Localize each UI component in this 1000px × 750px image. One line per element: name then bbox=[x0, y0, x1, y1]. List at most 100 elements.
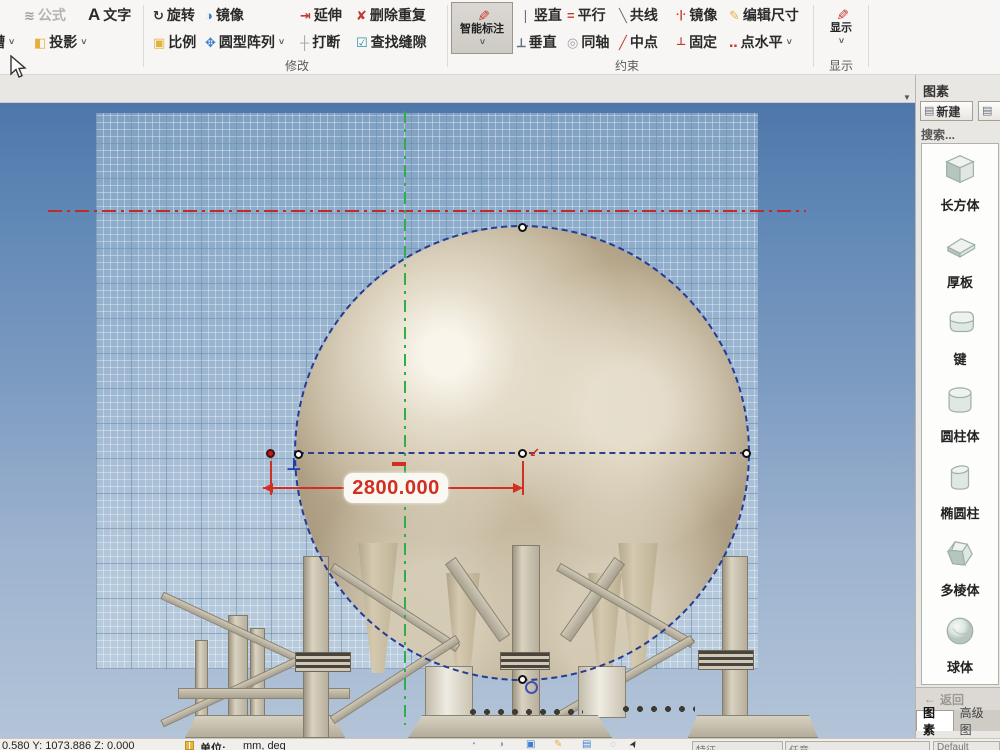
sidebar-item-ellipse-cylinder[interactable]: 椭圆柱 bbox=[922, 452, 998, 529]
chevron-down-icon: ˅ bbox=[9, 37, 14, 47]
chevron-down-icon: ˅ bbox=[81, 37, 86, 47]
sketch-point-center[interactable] bbox=[518, 449, 527, 458]
text-button[interactable]: A 文字 bbox=[88, 4, 131, 26]
rotate-icon: ↻ bbox=[153, 9, 164, 22]
midpoint-constraint-button[interactable]: ╱ 中点 bbox=[619, 31, 658, 53]
ribbon-collapse-icon[interactable]: ▼ bbox=[903, 93, 911, 102]
key-icon bbox=[943, 306, 977, 345]
scale-button[interactable]: ▣ 比例 bbox=[153, 31, 196, 53]
ribbon-separator bbox=[447, 5, 448, 67]
units-label: 单位: bbox=[200, 740, 226, 750]
dimension-value-label[interactable]: 2800.000 bbox=[344, 473, 448, 503]
cylinder-icon bbox=[943, 383, 977, 422]
sketch-point-right[interactable] bbox=[742, 449, 751, 458]
sketch-point-top[interactable] bbox=[518, 223, 527, 232]
cursor-coordinates: 0.580 Y: 1073.886 Z: 0.000 bbox=[2, 740, 135, 750]
sidebar-item-label: 长方体 bbox=[940, 195, 979, 214]
sidebar-item-key[interactable]: 键 bbox=[922, 298, 998, 375]
support-leg bbox=[722, 556, 748, 738]
3d-viewport[interactable]: 2800.000 ⊥ ↙ bbox=[0, 103, 915, 738]
pipe-flange bbox=[698, 650, 754, 670]
pipe-flange bbox=[295, 652, 351, 672]
ribbon-lower-strip bbox=[0, 75, 915, 103]
filter-icon[interactable]: ▤ bbox=[582, 739, 591, 750]
vertical-constraint-button[interactable]: ❘ 竖直 bbox=[520, 4, 562, 26]
bolt-row bbox=[620, 703, 695, 715]
midpoint-constraint-icon: ╱ bbox=[619, 36, 627, 49]
fixed-constraint-icon: ⊥ bbox=[676, 37, 686, 48]
fixed-constraint-button[interactable]: ⊥ 固定 bbox=[676, 31, 717, 53]
vertical-constraint-icon: ❘ bbox=[520, 9, 531, 22]
text-icon: A bbox=[88, 5, 100, 25]
remove-duplicate-button[interactable]: ✘ 删除重复 bbox=[356, 4, 426, 26]
sidebar-item-label: 多棱体 bbox=[940, 580, 979, 599]
primitive-list: 长方体 厚板 键 圆柱体 椭圆柱 多棱体 球体 bbox=[921, 143, 999, 685]
ribbon-toolbar: ≋ 公式 A 文字 槽 ˅ ◧ 投影 ˅ ↻ 旋转 ◑ 镜像 ⇥ 延伸 ✘ 删除… bbox=[0, 0, 1000, 75]
units-value: mm, deg bbox=[243, 740, 286, 750]
sketch-point-left-red[interactable] bbox=[266, 449, 275, 458]
red-axis-line bbox=[48, 210, 806, 212]
slot-button[interactable]: 槽 ˅ bbox=[0, 31, 14, 53]
constraint-glyph: ↙ bbox=[529, 445, 540, 461]
remove-duplicate-icon: ✘ bbox=[356, 9, 367, 22]
status-bar: 0.580 Y: 1073.886 Z: 0.000 单位: mm, deg ◔… bbox=[0, 738, 1000, 750]
filter-icon[interactable]: ✎ bbox=[554, 739, 562, 750]
coaxial-constraint-button[interactable]: ◎ 同轴 bbox=[567, 31, 609, 53]
modify-group-label: 修改 bbox=[267, 57, 327, 74]
selection-filter-dropdown[interactable]: 特征 bbox=[692, 741, 783, 750]
sidebar-item-label: 厚板 bbox=[947, 272, 973, 291]
tab-advanced[interactable]: 高级图 bbox=[954, 710, 1000, 731]
extend-button[interactable]: ⇥ 延伸 bbox=[300, 4, 342, 26]
collinear-constraint-icon: ╲ bbox=[619, 9, 627, 22]
point-horizontal-button[interactable]: ‥ 点水平 ˅ bbox=[729, 31, 792, 53]
filter-icon[interactable]: ▣ bbox=[526, 739, 535, 750]
sidebar-item-label: 键 bbox=[953, 349, 966, 368]
mirror-icon: ◑ bbox=[205, 9, 213, 22]
panel-title: 图素 bbox=[923, 81, 949, 100]
sketch-point-circle-left[interactable] bbox=[294, 450, 303, 459]
formula-button[interactable]: ≋ 公式 bbox=[24, 4, 66, 26]
find-gap-button[interactable]: ☑ 查找缝隙 bbox=[356, 31, 427, 53]
edit-dimension-button[interactable]: ✎ 编辑尺寸 bbox=[729, 4, 799, 26]
mirror-constraint-icon: ·|· bbox=[676, 10, 686, 21]
collinear-constraint-button[interactable]: ╲ 共线 bbox=[619, 4, 658, 26]
parallel-constraint-button[interactable]: = 平行 bbox=[567, 4, 606, 26]
base-block bbox=[578, 666, 626, 718]
sphere-icon bbox=[943, 614, 977, 653]
support-leg bbox=[303, 556, 329, 738]
filter-icon[interactable]: ◔ bbox=[470, 739, 476, 750]
sidebar-item-plate[interactable]: 厚板 bbox=[922, 221, 998, 298]
config-dropdown[interactable]: Default bbox=[933, 741, 1000, 750]
sidebar-item-cylinder[interactable]: 圆柱体 bbox=[922, 375, 998, 452]
pointer-icon[interactable]: ➤ bbox=[627, 738, 641, 750]
break-button[interactable]: ┼ 打断 bbox=[300, 31, 340, 53]
sidebar-item-label: 椭圆柱 bbox=[940, 503, 979, 522]
ribbon-separator bbox=[868, 5, 869, 67]
units-icon bbox=[185, 741, 194, 750]
smart-dimension-button[interactable]: ✎ 智能标注 ˅ bbox=[451, 2, 513, 54]
coaxial-constraint-icon: ◎ bbox=[567, 36, 578, 49]
sidebar-item-sphere[interactable]: 球体 bbox=[922, 606, 998, 683]
filter-icon[interactable]: ◌ bbox=[610, 739, 616, 750]
new-button[interactable]: ▤ 新建 bbox=[920, 101, 973, 121]
dimension-arrow-left bbox=[263, 483, 273, 493]
display-icon: ✎ bbox=[833, 8, 848, 21]
mirror-modify-button[interactable]: ◑ 镜像 bbox=[205, 4, 244, 26]
filter-icon[interactable]: ◑ bbox=[498, 739, 504, 750]
secondary-doc-button[interactable]: ▤ bbox=[978, 101, 1000, 121]
display-button[interactable]: ✎ 显示 ˅ bbox=[818, 2, 864, 52]
dimension-arrow-right bbox=[513, 483, 523, 493]
sidebar-item-cuboid[interactable]: 长方体 bbox=[922, 144, 998, 221]
point-horizontal-icon: ‥ bbox=[729, 36, 738, 49]
type-filter-dropdown[interactable]: 任意 bbox=[785, 741, 930, 750]
sidebar-item-label: 球体 bbox=[947, 657, 973, 676]
perpendicular-constraint-button[interactable]: ⟂ 垂直 bbox=[517, 31, 557, 53]
parallel-constraint-icon: = bbox=[567, 9, 575, 22]
dimension-tick bbox=[392, 462, 406, 466]
project-button[interactable]: ◧ 投影 ˅ bbox=[34, 31, 87, 53]
rotate-button[interactable]: ↻ 旋转 bbox=[153, 4, 195, 26]
sidebar-item-polyhedron[interactable]: 多棱体 bbox=[922, 529, 998, 606]
circular-array-button[interactable]: ✥ 圆型阵列 ˅ bbox=[205, 31, 284, 53]
tab-primitives[interactable]: 图素 bbox=[916, 710, 954, 731]
mirror-constraint-button[interactable]: ·|· 镜像 bbox=[676, 4, 717, 26]
